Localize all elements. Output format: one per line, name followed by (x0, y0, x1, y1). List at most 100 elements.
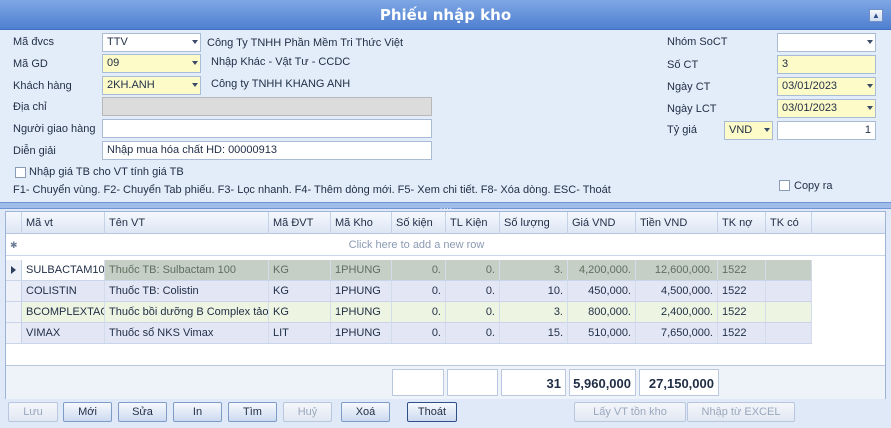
cell-tk-no[interactable]: 1522 (718, 302, 766, 322)
column-header-tk-no[interactable]: TK nợ (718, 212, 766, 234)
cell-so-kien[interactable]: 0. (392, 302, 446, 322)
cell-so-kien[interactable]: 0. (392, 260, 446, 280)
chevron-down-icon[interactable] (867, 84, 873, 88)
save-button[interactable]: Lưu (8, 402, 58, 422)
cell-kho[interactable]: 1PHUNG (331, 323, 392, 343)
column-header-ten-vt[interactable]: Tên VT (105, 212, 269, 234)
cell-dvt[interactable]: KG (269, 302, 331, 322)
column-header-ma-dvt[interactable]: Mã ĐVT (269, 212, 331, 234)
cell-so-luong[interactable]: 3. (500, 260, 568, 280)
ma-gd-value: 09 (107, 57, 120, 69)
cell-ten-vt[interactable]: Thuốc bồi dưỡng B Complex tảo (105, 302, 269, 322)
column-header-ma-vt[interactable]: Mã vt (22, 212, 105, 234)
cell-tien[interactable]: 2,400,000. (636, 302, 718, 322)
cell-tl-kien[interactable]: 0. (446, 281, 500, 301)
cell-kho[interactable]: 1PHUNG (331, 260, 392, 280)
cell-tl-kien[interactable]: 0. (446, 260, 500, 280)
cell-so-luong[interactable]: 10. (500, 281, 568, 301)
cell-kho[interactable]: 1PHUNG (331, 281, 392, 301)
cell-dvt[interactable]: KG (269, 281, 331, 301)
search-button[interactable]: Tìm (228, 402, 277, 422)
cell-tk-co[interactable] (766, 323, 812, 343)
cell-so-kien[interactable]: 0. (392, 323, 446, 343)
cell-so-luong[interactable]: 15. (500, 323, 568, 343)
cell-tl-kien[interactable]: 0. (446, 323, 500, 343)
column-header-gia-vnd[interactable]: Giá VND (568, 212, 636, 234)
cancel-button[interactable]: Huỷ (283, 402, 332, 422)
new-row[interactable]: ✱ Click here to add a new row (6, 234, 885, 256)
exit-button[interactable]: Thoát (407, 402, 457, 422)
chevron-down-icon[interactable] (867, 40, 873, 44)
cell-so-luong[interactable]: 3. (500, 302, 568, 322)
row-indicator (6, 302, 22, 322)
table-row[interactable]: SULBACTAM100 Thuốc TB: Sulbactam 100 KG … (6, 260, 812, 281)
cell-tk-co[interactable] (766, 281, 812, 301)
cell-tk-no[interactable]: 1522 (718, 260, 766, 280)
so-ct-field[interactable]: 3 (777, 55, 876, 74)
nguoi-giao-hang-field[interactable] (102, 119, 432, 138)
cell-tien[interactable]: 12,600,000. (636, 260, 718, 280)
khach-hang-select[interactable]: 2KH.ANH (102, 76, 201, 95)
khach-hang-desc: Công ty TNHH KHANG ANH (211, 78, 351, 90)
column-header-so-luong[interactable]: Số lượng (500, 212, 568, 234)
cell-so-kien[interactable]: 0. (392, 281, 446, 301)
column-header-tk-co[interactable]: TK có (766, 212, 812, 234)
cell-gia[interactable]: 800,000. (568, 302, 636, 322)
cell-ten-vt[interactable]: Thuốc sổ NKS Vimax (105, 323, 269, 343)
cell-tk-co[interactable] (766, 260, 812, 280)
cell-tk-no[interactable]: 1522 (718, 281, 766, 301)
cell-tl-kien[interactable]: 0. (446, 302, 500, 322)
ma-gd-select[interactable]: 09 (102, 54, 201, 73)
ngay-ct-field[interactable]: 03/01/2023 (777, 77, 876, 96)
chevron-down-icon[interactable] (192, 61, 198, 65)
cell-ma-vt[interactable]: BCOMPLEXTAO (22, 302, 105, 322)
import-excel-button[interactable]: Nhập từ EXCEL (687, 402, 795, 422)
table-row[interactable]: VIMAX Thuốc sổ NKS Vimax LIT 1PHUNG 0. 0… (6, 323, 812, 344)
dien-giai-field[interactable]: Nhập mua hóa chất HD: 00000913 (102, 141, 432, 160)
get-stock-button[interactable]: Lấy VT tồn kho (574, 402, 686, 422)
cell-dvt[interactable]: KG (269, 260, 331, 280)
ma-dvcs-desc: Công Ty TNHH Phần Mềm Tri Thức Việt (207, 37, 404, 49)
chevron-down-icon[interactable] (764, 128, 770, 132)
cell-ma-vt[interactable]: VIMAX (22, 323, 105, 343)
cell-dvt[interactable]: LIT (269, 323, 331, 343)
cell-kho[interactable]: 1PHUNG (331, 302, 392, 322)
print-button[interactable]: In (173, 402, 222, 422)
chevron-down-icon[interactable] (192, 83, 198, 87)
nhap-gia-tb-checkbox[interactable] (15, 167, 26, 178)
chevron-down-icon[interactable] (867, 106, 873, 110)
cell-tien[interactable]: 4,500,000. (636, 281, 718, 301)
cell-gia[interactable]: 450,000. (568, 281, 636, 301)
cell-tk-no[interactable]: 1522 (718, 323, 766, 343)
nhom-soct-select[interactable] (777, 33, 876, 52)
edit-button[interactable]: Sửa (118, 402, 167, 422)
grid-header: Mã vt Tên VT Mã ĐVT Mã Kho Số kiện TL Ki… (6, 212, 885, 234)
cell-tk-co[interactable] (766, 302, 812, 322)
cell-ten-vt[interactable]: Thuốc TB: Colistin (105, 281, 269, 301)
cell-ma-vt[interactable]: COLISTIN (22, 281, 105, 301)
currency-select[interactable]: VND (724, 121, 773, 140)
chevron-down-icon[interactable] (192, 40, 198, 44)
splitter-handle[interactable]: .... (0, 202, 891, 211)
table-row[interactable]: BCOMPLEXTAO Thuốc bồi dưỡng B Complex tả… (6, 302, 812, 323)
ty-gia-field[interactable]: 1 (777, 121, 876, 140)
cell-ma-vt[interactable]: SULBACTAM100 (22, 260, 105, 280)
column-header-so-kien[interactable]: Số kiện (392, 212, 446, 234)
ma-gd-label: Mã GD (13, 58, 48, 70)
cell-gia[interactable]: 4,200,000. (568, 260, 636, 280)
table-row[interactable]: COLISTIN Thuốc TB: Colistin KG 1PHUNG 0.… (6, 281, 812, 302)
dia-chi-field[interactable] (102, 97, 432, 116)
new-button[interactable]: Mới (63, 402, 112, 422)
cell-gia[interactable]: 510,000. (568, 323, 636, 343)
maximize-icon[interactable]: ▲ (869, 9, 883, 22)
ma-dvcs-select[interactable]: TTV (102, 33, 201, 52)
delete-button[interactable]: Xoá (341, 402, 390, 422)
cell-ten-vt[interactable]: Thuốc TB: Sulbactam 100 (105, 260, 269, 280)
column-header-tien-vnd[interactable]: Tiền VND (636, 212, 718, 234)
ngay-lct-field[interactable]: 03/01/2023 (777, 99, 876, 118)
copy-ra-checkbox[interactable] (779, 180, 790, 191)
column-header-ma-kho[interactable]: Mã Kho (331, 212, 392, 234)
total-gia: 5,960,000 (569, 369, 636, 396)
cell-tien[interactable]: 7,650,000. (636, 323, 718, 343)
column-header-tl-kien[interactable]: TL Kiện (446, 212, 500, 234)
